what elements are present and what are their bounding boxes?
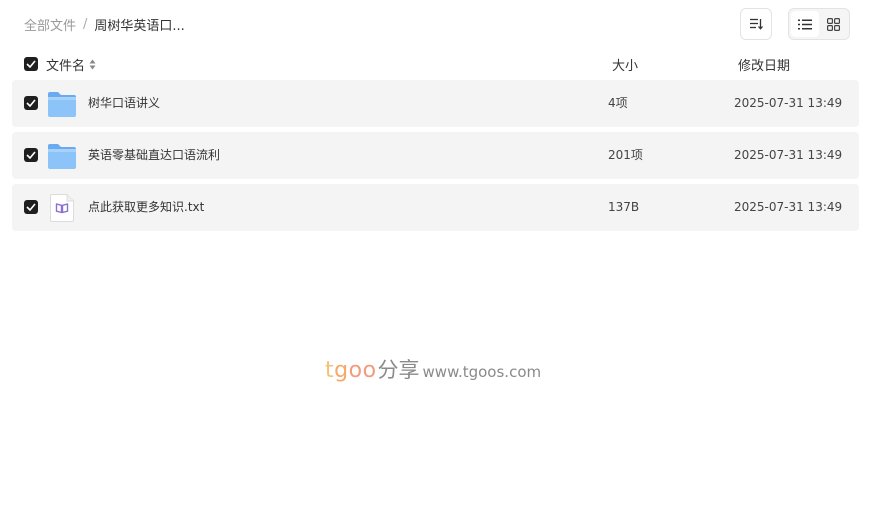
sort-toggle-icon[interactable] [89,59,96,70]
watermark: tgoo 分享 www.tgoos.com [325,354,541,384]
file-size: 201项 [608,148,643,162]
file-modified-date: 2025-07-31 13:49 [734,148,843,162]
row-checkbox[interactable] [24,200,38,214]
file-name[interactable]: 树华口语讲义 [88,95,160,112]
watermark-chinese-text: 分享 [377,358,420,382]
folder-icon [46,141,78,171]
list-view-button[interactable] [791,11,819,37]
table-row[interactable]: 树华口语讲义 4项 2025-07-31 13:49 [12,80,859,127]
select-all-checkbox[interactable] [24,57,38,71]
check-icon [26,60,36,68]
header-name-label[interactable]: 文件名 [46,55,85,74]
file-size: 137B [608,200,640,214]
check-icon [26,99,36,107]
breadcrumb-current: 周树华英语口... [94,18,185,34]
row-checkbox[interactable] [24,148,38,162]
sort-list-icon [750,18,763,30]
view-toggle [788,8,850,40]
row-checkbox[interactable] [24,96,38,110]
watermark-logo: tgoo [325,358,377,383]
file-name[interactable]: 点此获取更多知识.txt [88,199,204,216]
grid-view-icon [826,17,840,31]
check-icon [26,151,36,159]
table-row[interactable]: 点此获取更多知识.txt 137B 2025-07-31 13:49 [12,184,859,231]
file-modified-date: 2025-07-31 13:49 [734,96,843,110]
header-date-label: 修改日期 [738,58,791,74]
table-row[interactable]: 英语零基础直达口语流利 201项 2025-07-31 13:49 [12,132,859,179]
text-file-icon [46,193,78,223]
watermark-url: www.tgoos.com [422,363,542,381]
file-size: 4项 [608,96,628,110]
check-icon [26,203,36,211]
table-header: 文件名 大小 修改日期 [24,54,850,74]
file-name[interactable]: 英语零基础直达口语流利 [88,147,220,164]
folder-icon [46,89,78,119]
breadcrumb-root-link[interactable]: 全部文件 [24,15,76,34]
breadcrumb: 全部文件 / 周树华英语口... [24,14,185,34]
list-view-icon [798,19,812,29]
header-name-column: 文件名 [24,54,96,74]
file-modified-date: 2025-07-31 13:49 [734,200,843,214]
header-size-label: 大小 [612,58,639,74]
breadcrumb-separator: / [83,16,88,32]
grid-view-button[interactable] [819,11,847,37]
sort-button[interactable] [740,8,772,40]
